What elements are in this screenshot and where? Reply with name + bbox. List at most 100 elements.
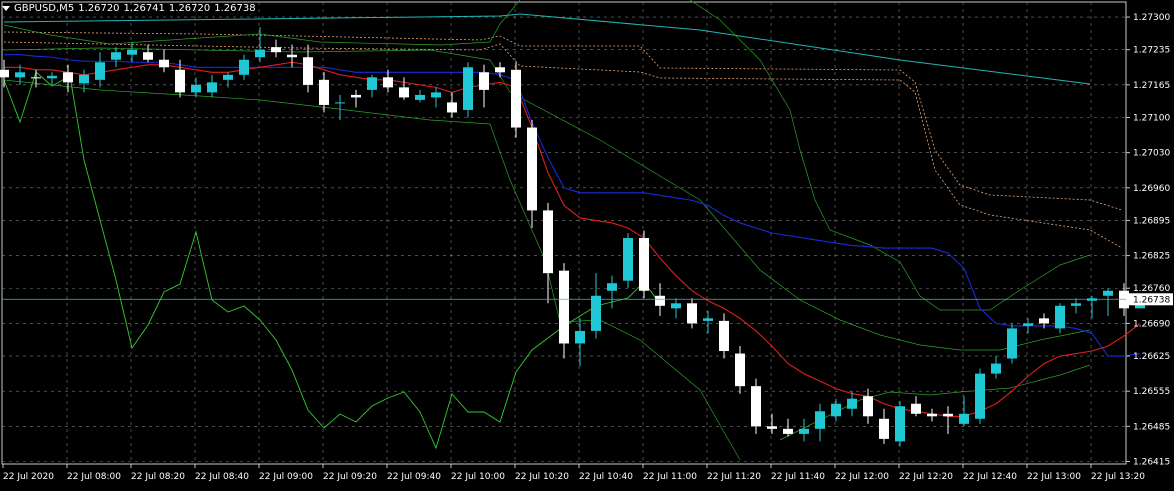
dropdown-triangle-icon[interactable] [2,5,10,11]
candle-body [383,77,393,88]
x-tick-label: 22 Jul 12:20 [899,472,953,482]
candle-body [287,54,297,58]
candle-body [47,75,57,79]
candle-body [1071,303,1081,306]
chart-header: GBPUSD,M5 1.26720 1.26741 1.26720 1.26738 [2,3,260,14]
price-chart[interactable]: 1.27300 1.27235 1.27165 1.27100 1.27030 1.269… [0,0,1174,487]
candle-body [575,330,585,344]
candle-body [479,72,489,90]
candle-body [703,318,713,321]
current-price-label: 1.26738 [1133,295,1170,305]
y-tick-label: 1.26555 [1133,387,1170,397]
ohlc-close: 1.26738 [214,3,256,14]
y-tick-label: 1.26625 [1133,352,1170,362]
x-tick-label: 22 Jul 11:00 [643,472,697,482]
x-tick-label: 22 Jul 11:40 [771,472,825,482]
candle-body [431,92,441,98]
y-tick-label: 1.26415 [1133,457,1170,467]
x-tick-label: 22 Jul 08:00 [67,472,121,482]
candle-body [1103,290,1113,296]
x-tick-label: 22 Jul 09:40 [387,472,441,482]
x-tick-label: 22 Jul 09:00 [259,472,313,482]
x-tick-label: 22 Jul 13:20 [1091,472,1145,482]
candle-body [687,303,697,324]
ohlc-low: 1.26720 [168,3,211,14]
candle-body [975,373,985,419]
y-tick-label: 1.27165 [1133,81,1170,91]
x-tick-label: 22 Jul 11:20 [707,472,761,482]
candle-body [415,94,425,100]
y-tick-label: 1.27030 [1133,149,1170,159]
candle-body [863,396,873,417]
candle-body [335,102,345,104]
candle-body [367,77,377,90]
candle-body [495,67,505,73]
y-tick-label: 1.26690 [1133,319,1170,329]
candle-body [751,386,761,427]
chart-window[interactable]: GBPUSD,M5 1.26720 1.26741 1.26720 1.26738 1.… [0,0,1174,487]
x-tick-label: 22 Jul 08:20 [131,472,185,482]
candle-body [639,238,649,291]
x-tick-label: 22 Jul 08:40 [195,472,249,482]
ohlc-open: 1.26720 [78,3,120,14]
candle-body [911,403,921,414]
y-tick-label: 1.26485 [1133,422,1170,432]
y-tick-label: 1.27100 [1133,114,1170,124]
candle-body [927,413,937,417]
candle-body [591,295,601,331]
candle-body [447,102,457,113]
candle-body [767,426,777,429]
candle-body [655,295,665,306]
candle-body [511,69,521,128]
x-tick-label: 22 Jul 13:00 [1027,472,1081,482]
candle-body [239,59,249,75]
candle-body [31,77,41,79]
candle-body [1023,323,1033,326]
candle-body [543,210,553,274]
candle-body [1039,318,1049,324]
candle-body [271,47,281,53]
candle-body [895,406,905,442]
candle-body [223,74,233,80]
candle-body [559,270,569,344]
ohlc-high: 1.26741 [123,3,165,14]
candle-body [351,94,361,98]
candle-body [0,69,9,78]
candle-body [399,87,409,98]
candle-body [815,411,825,429]
candle-body [943,413,953,417]
candle-body [79,74,89,84]
candle-body [719,320,729,352]
x-tick-label: 22 Jul 10:40 [579,472,633,482]
candle-body [159,59,169,68]
candle-body [671,303,681,309]
candle-body [959,413,969,424]
x-tick-label: 22 Jul 10:00 [451,472,505,482]
x-tick-label: 22 Jul 12:40 [963,472,1017,482]
candle-body [143,52,153,60]
candle-body [735,353,745,387]
y-tick-label: 1.27300 [1133,13,1170,23]
candle-body [831,403,841,417]
candle-body [207,82,217,93]
candle-body [1007,328,1017,359]
candle-body [255,49,265,58]
candle-body [175,69,185,93]
x-tick-label: 22 Jul 10:20 [515,472,569,482]
candle-body [799,428,809,434]
x-tick-label: 22 Jul 2020 [3,472,54,482]
candle-body [527,127,537,211]
x-tick-label: 22 Jul 09:20 [323,472,377,482]
symbol-label: GBPUSD,M5 [14,3,75,14]
y-tick-label: 1.26825 [1133,252,1170,262]
candle-body [623,238,633,281]
candle-body [15,72,25,78]
y-tick-label: 1.26895 [1133,216,1170,226]
candle-body [463,67,473,110]
candle-body [191,84,201,93]
y-tick-label: 1.26760 [1133,284,1170,294]
candle-body [607,283,617,291]
candle-body [95,62,105,80]
y-tick-label: 1.26960 [1133,184,1170,194]
candle-body [847,398,857,409]
